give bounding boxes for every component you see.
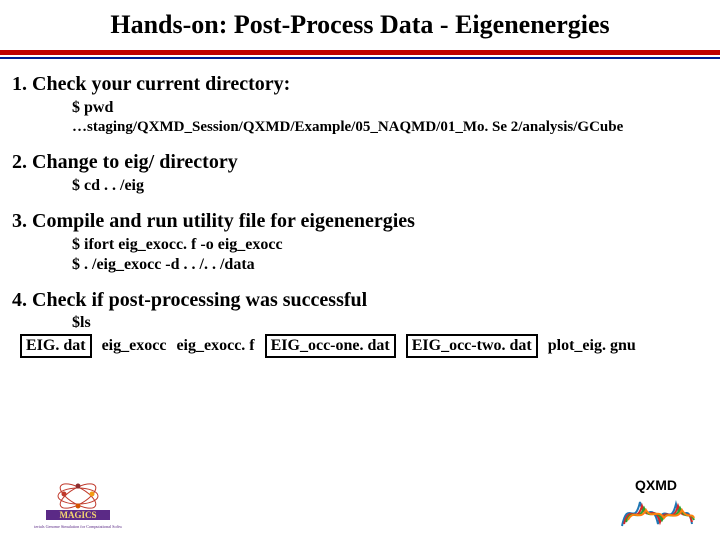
file-eig-exocc-f: eig_exocc. f [176, 337, 254, 355]
step4-ls: $ls [12, 314, 708, 332]
step2-heading: 2. Change to eig/ directory [12, 151, 708, 174]
slide-title: Hands-on: Post-Process Data - Eigenenerg… [0, 0, 720, 40]
slide: Hands-on: Post-Process Data - Eigenenerg… [0, 0, 720, 540]
step4-file-row: EIG. dat eig_exocc eig_exocc. f EIG_occ-… [12, 334, 708, 358]
step4-heading: 4. Check if post-processing was successf… [12, 289, 708, 312]
step3-compile: $ ifort eig_exocc. f -o eig_exocc [72, 235, 708, 255]
file-plot-eig: plot_eig. gnu [548, 337, 636, 355]
divider-red [0, 50, 720, 55]
slide-content: 1. Check your current directory: $ pwd …… [0, 59, 720, 358]
file-eig-occ-two: EIG_occ-two. dat [406, 334, 538, 358]
file-eig-occ-one: EIG_occ-one. dat [265, 334, 396, 358]
svg-text:Materials Genome Simulation fo: Materials Genome Simulation for Computat… [34, 524, 122, 529]
step3-command-block: $ ifort eig_exocc. f -o eig_exocc $ . /e… [12, 235, 708, 275]
step2-cd: $ cd . . /eig [72, 176, 708, 196]
step1-heading: 1. Check your current directory: [12, 73, 708, 96]
file-eig-exocc: eig_exocc [102, 337, 167, 355]
magics-logo: MAGICS Materials Genome Simulation for C… [34, 476, 122, 532]
file-eig-dat: EIG. dat [20, 334, 92, 358]
step1-path: …staging/QXMD_Session/QXMD/Example/05_NA… [72, 118, 708, 137]
footer: MAGICS Materials Genome Simulation for C… [0, 474, 720, 534]
step3-heading: 3. Compile and run utility file for eige… [12, 210, 708, 233]
svg-text:MAGICS: MAGICS [59, 510, 96, 520]
step3-run: $ . /eig_exocc -d . . /. . /data [72, 255, 708, 275]
qxmd-logo: QXMD [616, 476, 696, 532]
step1-pwd: $ pwd [72, 98, 708, 118]
step2-command-block: $ cd . . /eig [12, 176, 708, 196]
qxmd-text: QXMD [635, 477, 677, 493]
step1-command-block: $ pwd …staging/QXMD_Session/QXMD/Example… [12, 98, 708, 137]
